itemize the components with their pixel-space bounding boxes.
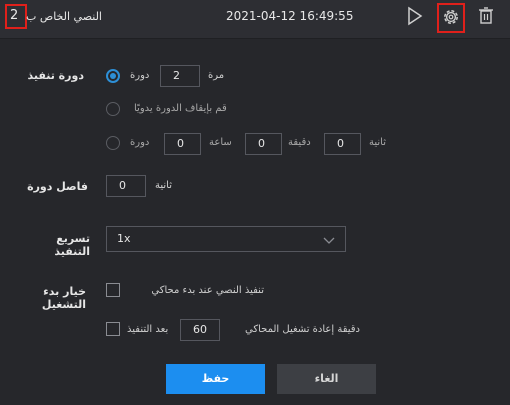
cancel-button[interactable]: الغاء: [277, 364, 376, 394]
manual-stop-label: قم بإيقاف الدورة يدويًا: [134, 103, 227, 114]
script-badge-number: 2: [10, 8, 19, 23]
play-icon[interactable]: [406, 6, 424, 26]
startup-option-label: خيار بدء التشغيل: [41, 285, 86, 311]
speed-label: تسريع التنفيذ: [54, 232, 90, 258]
gear-icon[interactable]: [441, 7, 461, 27]
radio-manual-stop[interactable]: [106, 102, 120, 116]
run-on-start-label: تنفيذ النصي عند بدء محاكي: [151, 285, 264, 296]
execution-cycle-label: دورة تنفيذ: [27, 69, 84, 82]
speed-select[interactable]: 1x: [106, 226, 346, 252]
cycle-interval-label: فاصل دورة: [27, 180, 88, 193]
checkbox-run-on-start[interactable]: [106, 283, 120, 297]
cycle-count-input[interactable]: 2: [160, 65, 200, 87]
timestamp: 2021-04-12 16:49:55: [226, 9, 354, 23]
cycle-hours-input[interactable]: 0: [164, 133, 201, 155]
hours-label: ساعة: [209, 137, 232, 148]
cycle-count-suffix: دورة: [130, 70, 150, 81]
checkbox-restart-after[interactable]: [106, 322, 120, 336]
cycle-seconds-input[interactable]: 0: [324, 133, 361, 155]
script-title: النصي الخاص ب: [26, 10, 102, 23]
cycle-minutes-input[interactable]: 0: [245, 133, 282, 155]
restart-minutes-input[interactable]: 60: [180, 319, 220, 341]
seconds-label: ثانية: [369, 137, 386, 148]
save-button[interactable]: حفظ: [166, 364, 265, 394]
cycle-count-unit: مرة: [208, 70, 225, 81]
cycle-interval-input[interactable]: 0: [106, 175, 146, 197]
minutes-label: دقيقة: [288, 137, 311, 148]
radio-cycle-time[interactable]: [106, 136, 120, 150]
restart-description-label: دقيقة إعادة تشغيل المحاكي: [244, 324, 360, 335]
cycle-interval-unit: ثانية: [155, 180, 172, 191]
restart-after-label: بعد التنفيذ: [127, 324, 169, 335]
cycle-time-suffix: دورة: [130, 137, 150, 148]
radio-cycle-count[interactable]: [106, 69, 120, 83]
speed-select-value: 1x: [117, 232, 131, 245]
chevron-down-icon: [323, 235, 335, 248]
trash-icon[interactable]: [477, 6, 495, 26]
